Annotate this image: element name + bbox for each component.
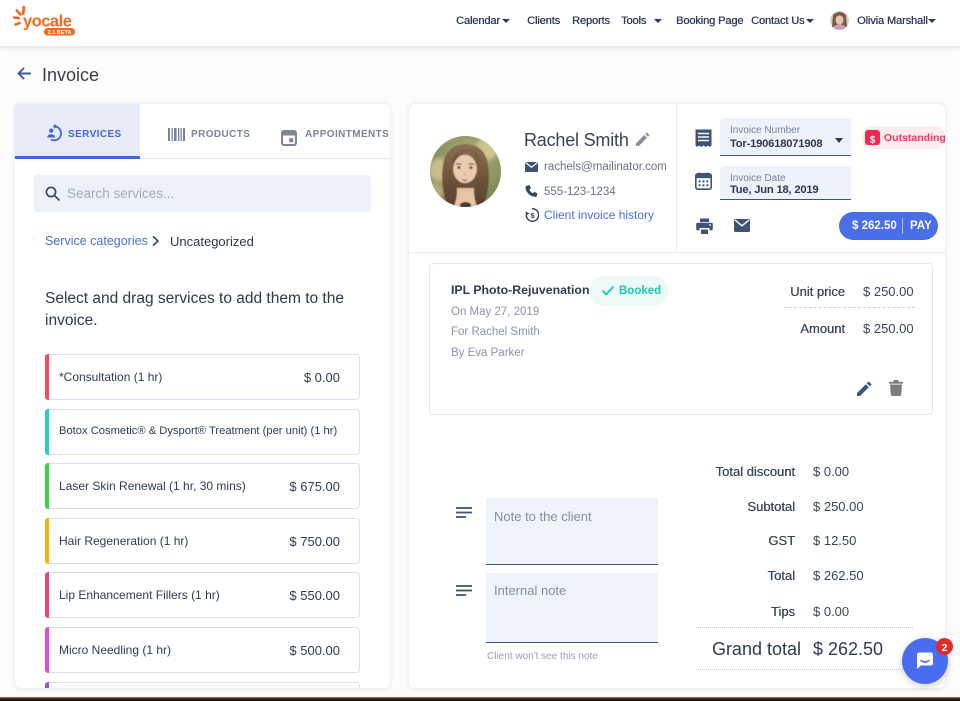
svg-text:$: $ bbox=[531, 211, 536, 220]
svg-text:yocale: yocale bbox=[23, 13, 72, 31]
svg-text:2.1 BETA: 2.1 BETA bbox=[48, 30, 72, 36]
